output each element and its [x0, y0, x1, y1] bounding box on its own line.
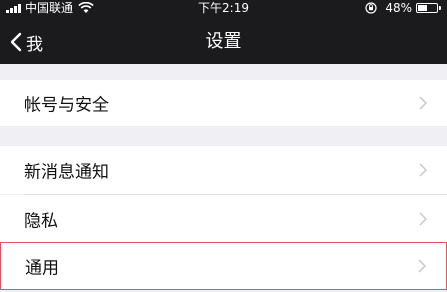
- battery-nub: [439, 6, 441, 10]
- settings-item-new-message-notifications[interactable]: 新消息通知: [0, 146, 447, 194]
- battery-fill: [418, 5, 427, 11]
- settings-item-label: 隐私: [24, 211, 58, 231]
- rotation-lock-icon: [365, 2, 377, 14]
- chevron-right-icon: [418, 259, 426, 273]
- settings-item-privacy[interactable]: 隐私: [0, 195, 447, 242]
- settings-item-general[interactable]: 通用: [0, 242, 447, 290]
- chevron-right-icon: [419, 211, 427, 226]
- battery-icon: [416, 3, 438, 13]
- settings-item-label: 新消息通知: [24, 162, 109, 183]
- page-title: 设置: [205, 31, 242, 52]
- settings-item-account-security[interactable]: 帐号与安全: [0, 80, 447, 126]
- status-bar-right: 48%: [365, 0, 441, 16]
- settings-item-label: 通用: [25, 258, 59, 279]
- battery-percent: 48%: [385, 1, 412, 15]
- navigation-bar: 中国联通 下午2:19 48% 我 设置: [0, 0, 447, 64]
- settings-item-label: 帐号与安全: [24, 95, 109, 116]
- status-bar: 中国联通 下午2:19 48%: [0, 0, 447, 18]
- chevron-right-icon: [419, 96, 427, 110]
- chevron-right-icon: [419, 163, 427, 177]
